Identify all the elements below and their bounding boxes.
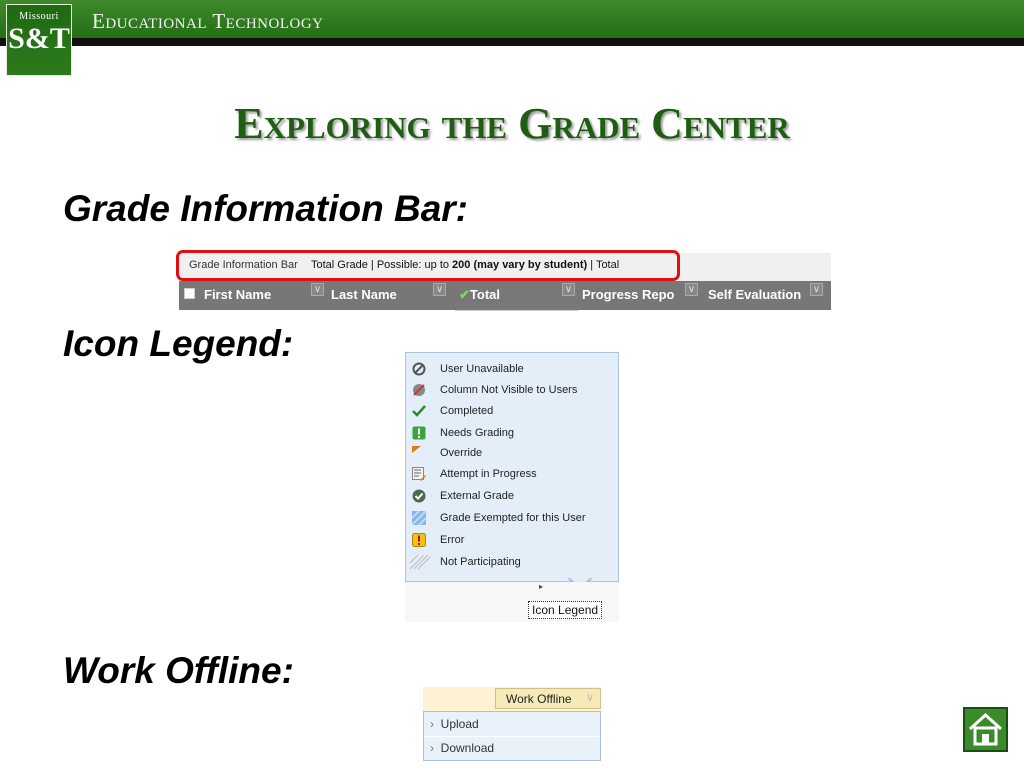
attempt-in-progress-icon xyxy=(412,467,426,481)
work-offline-widget: Work Offline ∨ › Upload › Download xyxy=(423,687,601,761)
user-unavailable-icon xyxy=(412,362,426,376)
legend-label: Override xyxy=(440,447,483,459)
column-total-label: Total xyxy=(469,287,500,302)
legend-label: User Unavailable xyxy=(440,363,524,375)
override-icon xyxy=(412,446,421,453)
legend-label: Column Not Visible to Users xyxy=(440,384,578,396)
legend-label: Needs Grading xyxy=(440,427,514,439)
chevron-right-icon: › xyxy=(430,717,434,731)
header-title: Educational Technology xyxy=(92,9,324,33)
column-not-visible-icon xyxy=(413,384,425,396)
column-last-name[interactable]: Last Name xyxy=(331,287,397,302)
legend-label: Attempt in Progress xyxy=(440,468,537,480)
work-offline-menu: › Upload › Download xyxy=(423,711,601,761)
column-progress-report[interactable]: Progress Repo xyxy=(582,287,674,302)
chevron-down-icon[interactable]: ∨ xyxy=(433,283,446,296)
column-total[interactable]: ✔Total xyxy=(459,287,500,303)
column-self-evaluation[interactable]: Self Evaluation xyxy=(708,287,801,302)
menu-item-download[interactable]: › Download xyxy=(430,741,494,755)
external-grade-icon xyxy=(412,489,426,503)
legend-label: Error xyxy=(440,534,465,546)
legend-label: Completed xyxy=(440,405,494,417)
logo-main-text: S&T xyxy=(8,22,70,55)
header-stripe xyxy=(0,38,1024,46)
menu-item-label: Download xyxy=(440,741,495,755)
legend-label: Not Participating xyxy=(440,556,521,568)
chevron-down-icon[interactable]: ∨ xyxy=(311,283,324,296)
section-grade-bar: Grade Information Bar: xyxy=(63,188,468,229)
menu-divider xyxy=(424,736,600,737)
slide-title: Exploring the Grade Center xyxy=(234,99,790,148)
icon-legend-list: User Unavailable Column Not Visible to U… xyxy=(405,352,619,582)
check-icon: ✔ xyxy=(459,287,470,302)
highlight-box xyxy=(176,250,680,281)
work-offline-button[interactable]: Work Offline ∨ xyxy=(495,688,601,709)
icon-legend-button[interactable]: Icon Legend xyxy=(528,601,603,619)
logo-top-text: Missouri xyxy=(19,11,59,22)
not-participating-icon xyxy=(410,555,430,569)
home-button[interactable] xyxy=(963,707,1008,752)
chevron-down-icon[interactable]: ∨ xyxy=(685,283,698,296)
legend-label: Grade Exempted for this User xyxy=(440,512,586,524)
completed-check-icon xyxy=(412,405,426,417)
chevron-down-icon[interactable]: ∨ xyxy=(810,283,823,296)
error-icon xyxy=(412,533,426,547)
legend-label: External Grade xyxy=(440,490,514,502)
chevron-down-icon[interactable]: ∨ xyxy=(562,283,575,296)
section-work-offline: Work Offline: xyxy=(63,650,294,691)
home-icon xyxy=(968,712,1003,746)
section-icon-legend: Icon Legend: xyxy=(63,323,294,364)
chevron-right-icon: › xyxy=(430,741,434,755)
university-logo: Missouri S&T xyxy=(6,4,72,76)
work-offline-label: Work Offline xyxy=(506,692,572,706)
grade-exempted-icon xyxy=(412,511,426,525)
menu-item-label: Upload xyxy=(440,717,479,731)
chevron-down-icon: ∨ xyxy=(585,692,594,704)
needs-grading-icon xyxy=(412,426,426,440)
icon-legend-panel: User Unavailable Column Not Visible to U… xyxy=(405,352,619,622)
expand-arrow-icon[interactable]: ▸ xyxy=(539,582,543,591)
select-all-checkbox[interactable] xyxy=(184,288,195,299)
menu-item-upload[interactable]: › Upload xyxy=(430,717,479,731)
column-first-name[interactable]: First Name xyxy=(204,287,271,302)
